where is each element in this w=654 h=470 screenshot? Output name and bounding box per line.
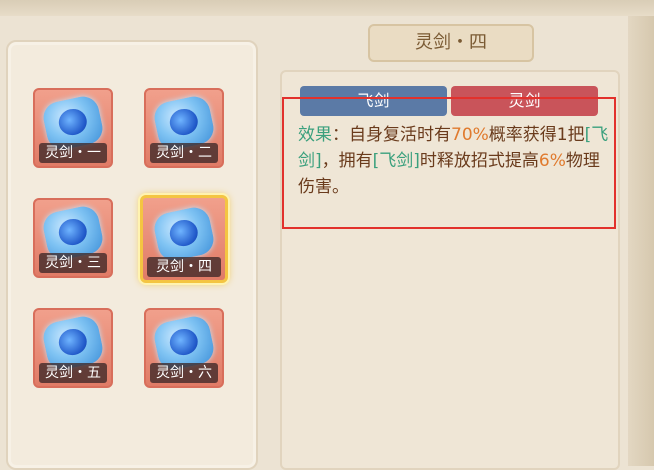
- sword-slot-5[interactable]: 灵剑・五: [33, 308, 113, 388]
- slot-label: 灵剑・一: [39, 143, 107, 163]
- sword-slot-6[interactable]: 灵剑・六: [144, 308, 224, 388]
- top-frame: [0, 0, 654, 16]
- slot-label: 灵剑・六: [150, 363, 218, 383]
- slot-label: 灵剑・五: [39, 363, 107, 383]
- slot-label: 灵剑・二: [150, 143, 218, 163]
- right-frame-edge: [628, 16, 654, 466]
- sword-slot-3[interactable]: 灵剑・三: [33, 198, 113, 278]
- sword-slot-1[interactable]: 灵剑・一: [33, 88, 113, 168]
- slot-label: 灵剑・四: [147, 257, 221, 277]
- highlight-box: [282, 97, 616, 229]
- detail-title: 灵剑・四: [368, 24, 534, 62]
- slot-label: 灵剑・三: [39, 253, 107, 273]
- sword-slot-4-selected[interactable]: 灵剑・四: [140, 195, 228, 283]
- sword-gem-icon: [151, 204, 217, 264]
- sword-slot-2[interactable]: 灵剑・二: [144, 88, 224, 168]
